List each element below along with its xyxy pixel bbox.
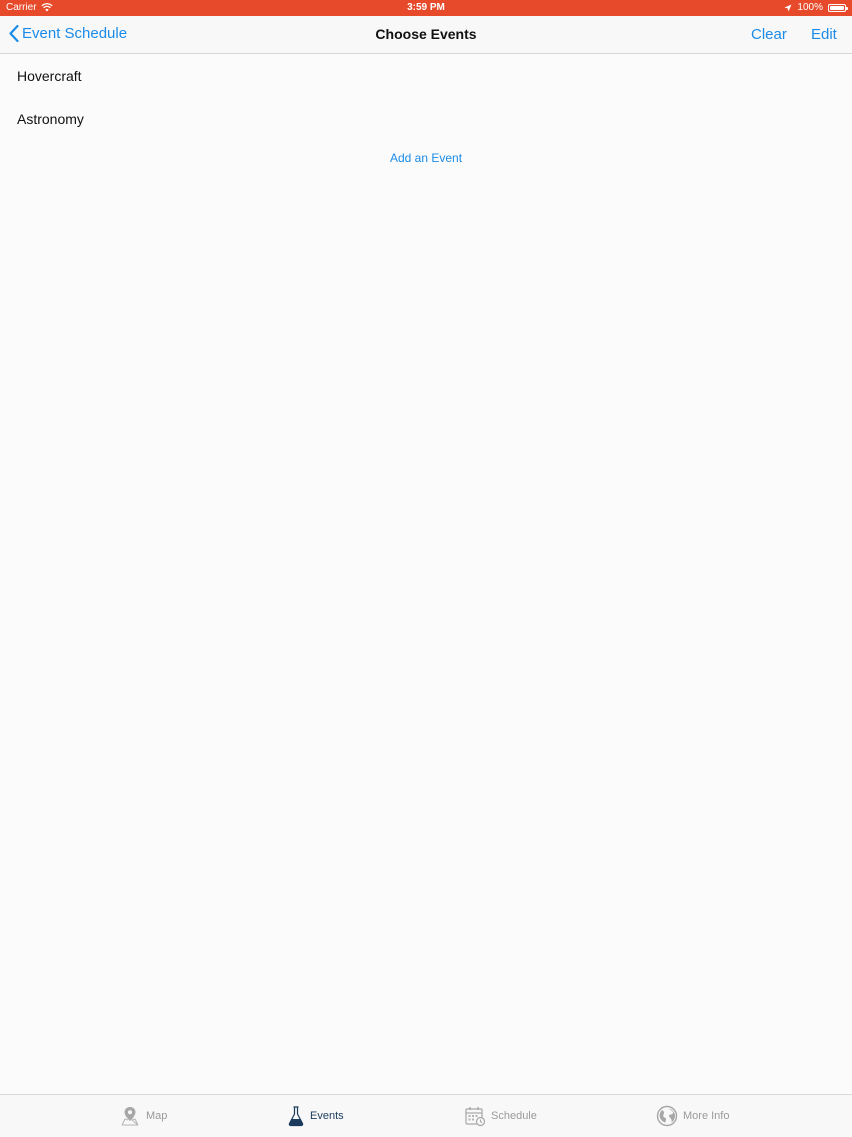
clear-button[interactable]: Clear: [751, 26, 787, 43]
status-right-group: 100%: [784, 2, 848, 13]
battery-icon: [828, 3, 848, 12]
tab-more-info-label: More Info: [683, 1110, 730, 1122]
calendar-icon: [465, 1107, 486, 1127]
battery-percent: 100%: [797, 2, 823, 13]
tab-events-label: Events: [310, 1110, 344, 1122]
tab-schedule[interactable]: Schedule: [464, 1105, 537, 1127]
status-bar: Carrier 3:59 PM 100%: [0, 0, 852, 16]
tab-events[interactable]: Events: [287, 1105, 344, 1127]
page-title: Choose Events: [375, 26, 477, 42]
status-time: 3:59 PM: [407, 2, 445, 13]
globe-icon: [656, 1105, 678, 1127]
edit-button[interactable]: Edit: [811, 26, 837, 43]
tab-map-label: Map: [146, 1110, 168, 1122]
tab-bar: Map Events Schedule More Info: [0, 1094, 852, 1137]
events-list: Hovercraft Astronomy: [0, 54, 852, 140]
tab-more-info[interactable]: More Info: [656, 1105, 729, 1127]
list-item[interactable]: Astronomy: [0, 97, 852, 140]
flask-icon: [288, 1106, 304, 1127]
add-event-button[interactable]: Add an Event: [0, 151, 852, 165]
navigation-bar: Event Schedule Choose Events Clear Edit: [0, 16, 852, 54]
location-arrow-icon: [784, 4, 792, 11]
tab-map[interactable]: Map: [119, 1105, 167, 1127]
map-pin-icon: [121, 1107, 139, 1126]
list-item[interactable]: Hovercraft: [0, 54, 852, 97]
tab-schedule-label: Schedule: [491, 1110, 537, 1122]
